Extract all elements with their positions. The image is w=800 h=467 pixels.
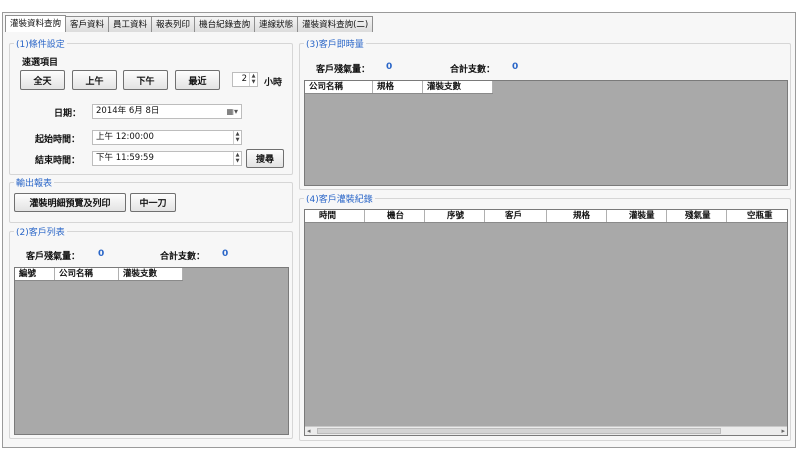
customer-total-label: 合計支數： <box>160 252 206 262</box>
hours-unit: 小時 <box>264 78 283 88</box>
realtime-grid[interactable]: 公司名稱 規格 灌裝支數 <box>304 80 788 186</box>
tab-strip: 灌裝資料查詢 客戶資料 員工資料 報表列印 機台紀錄查詢 連線狀態 灌裝資料查詢… <box>5 15 374 32</box>
column-header[interactable]: 空瓶重 <box>727 210 787 222</box>
column-header[interactable]: 殘氣量 <box>667 210 727 222</box>
end-time-field[interactable]: 下午 11:59:59 ▲ ▼ <box>92 151 242 166</box>
tab-customers[interactable]: 客戶資料 <box>65 16 110 32</box>
date-label: 日期： <box>54 109 82 119</box>
output-group: 輸出報表 灌裝明細預覽及列印 中一刀 <box>9 176 293 223</box>
records-grid[interactable]: 時間 機台 序號 客戶 規格 灌裝量 殘氣量 空瓶重 ◂ ▸ <box>304 209 788 436</box>
spin-updown-icon[interactable]: ▲ ▼ <box>233 152 241 165</box>
spin-updown-icon[interactable]: ▲ ▼ <box>249 73 257 86</box>
realtime-title: (3)客戶即時量 <box>304 37 366 50</box>
main-window: 灌裝資料查詢 客戶資料 員工資料 報表列印 機台紀錄查詢 連線狀態 灌裝資料查詢… <box>2 12 796 448</box>
customer-total-value: 0 <box>222 249 229 259</box>
column-header[interactable]: 編號 <box>15 268 55 280</box>
column-header[interactable]: 規格 <box>373 81 423 93</box>
calendar-dropdown-icon[interactable]: ▦▾ <box>226 105 238 118</box>
column-header[interactable]: 灌裝支數 <box>423 81 493 93</box>
tab-fill-query[interactable]: 灌裝資料查詢 <box>5 15 67 32</box>
column-header[interactable]: 序號 <box>425 210 485 222</box>
output-title: 輸出報表 <box>14 176 55 189</box>
customer-remaining-value: 0 <box>98 249 105 259</box>
date-value: 2014年 6月 8日 <box>96 106 160 116</box>
realtime-total-label: 合計支數： <box>450 65 496 75</box>
scroll-right-icon[interactable]: ▸ <box>781 427 785 435</box>
column-header[interactable]: 規格 <box>547 210 607 222</box>
all-day-button[interactable]: 全天 <box>20 70 65 90</box>
customer-list-grid[interactable]: 編號 公司名稱 灌裝支數 <box>14 267 289 435</box>
column-header[interactable]: 客戶 <box>485 210 547 222</box>
morning-button[interactable]: 上午 <box>72 70 117 90</box>
sample-button[interactable]: 中一刀 <box>130 193 176 212</box>
recent-button[interactable]: 最近 <box>175 70 220 90</box>
hours-value: 2 <box>241 74 247 84</box>
quick-select-label: 速選項目 <box>22 58 59 68</box>
column-header[interactable]: 公司名稱 <box>55 268 119 280</box>
date-picker[interactable]: 2014年 6月 8日 ▦▾ <box>92 104 242 119</box>
tab-connection-status[interactable]: 連線狀態 <box>254 16 299 32</box>
realtime-remaining-value: 0 <box>386 62 393 72</box>
customer-remaining-label: 客戶殘氣量： <box>26 252 81 262</box>
tab-report-print[interactable]: 報表列印 <box>151 16 196 32</box>
start-time-field[interactable]: 上午 12:00:00 ▲ ▼ <box>92 130 242 145</box>
start-time-value: 上午 12:00:00 <box>96 132 154 142</box>
realtime-group: (3)客戶即時量 客戶殘氣量： 0 合計支數： 0 公司名稱 規格 灌裝支數 <box>299 37 791 190</box>
spin-updown-icon[interactable]: ▲ ▼ <box>233 131 241 144</box>
end-time-value: 下午 11:59:59 <box>96 153 154 163</box>
afternoon-button[interactable]: 下午 <box>123 70 168 90</box>
print-preview-button[interactable]: 灌裝明細預覽及列印 <box>14 193 126 212</box>
realtime-total-value: 0 <box>512 62 519 72</box>
search-button[interactable]: 搜尋 <box>246 149 284 168</box>
column-header[interactable]: 機台 <box>365 210 425 222</box>
records-group: (4)客戶灌裝紀錄 時間 機台 序號 客戶 規格 灌裝量 殘氣量 空瓶重 ◂ ▸ <box>299 192 791 441</box>
records-header: 時間 機台 序號 客戶 規格 灌裝量 殘氣量 空瓶重 <box>305 210 787 223</box>
scrollbar-thumb[interactable] <box>317 428 721 434</box>
customer-list-header: 編號 公司名稱 灌裝支數 <box>15 268 183 281</box>
records-horizontal-scrollbar[interactable]: ◂ ▸ <box>305 426 787 435</box>
hours-spinner[interactable]: 2 ▲ ▼ <box>232 72 258 87</box>
end-time-label: 結束時間： <box>35 156 81 166</box>
column-header[interactable]: 時間 <box>305 210 365 222</box>
customer-list-group: (2)客戶列表 客戶殘氣量： 0 合計支數： 0 編號 公司名稱 灌裝支數 <box>9 225 293 439</box>
tab-employees[interactable]: 員工資料 <box>108 16 153 32</box>
conditions-group: (1)條件設定 速選項目 全天 上午 下午 最近 2 ▲ ▼ 小時 日期： 201… <box>9 37 293 175</box>
records-title: (4)客戶灌裝紀錄 <box>304 192 375 205</box>
tab-fill-query-2[interactable]: 灌裝資料查詢(二) <box>297 16 374 32</box>
conditions-title: (1)條件設定 <box>14 37 67 50</box>
column-header[interactable]: 公司名稱 <box>305 81 373 93</box>
column-header[interactable]: 灌裝支數 <box>119 268 183 280</box>
column-header[interactable]: 灌裝量 <box>607 210 667 222</box>
customer-list-title: (2)客戶列表 <box>14 225 67 238</box>
scroll-left-icon[interactable]: ◂ <box>307 427 311 435</box>
realtime-remaining-label: 客戶殘氣量： <box>316 65 371 75</box>
tab-machine-records[interactable]: 機台紀錄查詢 <box>194 16 256 32</box>
start-time-label: 起始時間： <box>35 135 81 145</box>
realtime-header: 公司名稱 規格 灌裝支數 <box>305 81 493 94</box>
